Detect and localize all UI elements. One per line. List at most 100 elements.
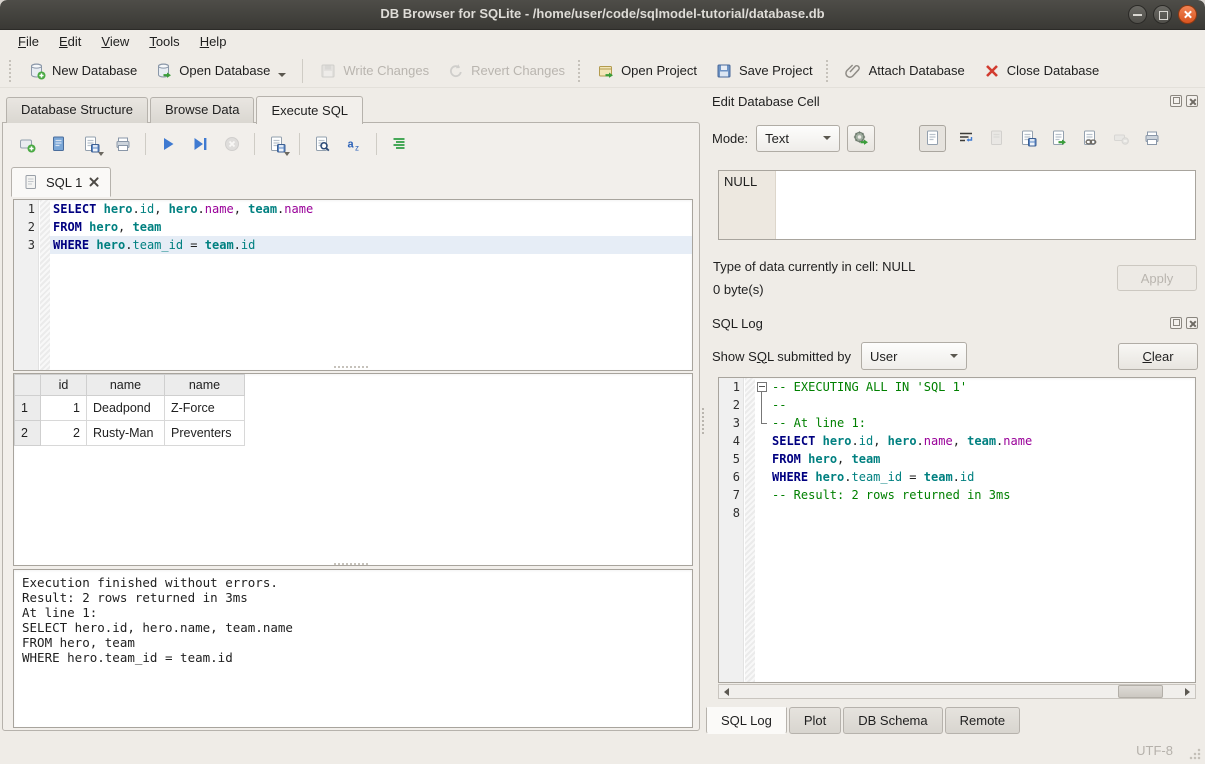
menu-file[interactable]: File — [8, 31, 49, 53]
open-sql-tab-button[interactable] — [13, 131, 41, 157]
vertical-splitter[interactable] — [701, 90, 706, 732]
link-cell-button[interactable] — [1079, 127, 1101, 149]
format-sql-button[interactable] — [385, 131, 413, 157]
save-sql-file-button[interactable] — [77, 131, 105, 157]
splitter-handle[interactable] — [334, 366, 368, 370]
menu-view[interactable]: View — [91, 31, 139, 53]
scrollbar-thumb[interactable] — [1118, 685, 1163, 698]
menu-tools[interactable]: Tools — [139, 31, 189, 53]
execution-message-box[interactable]: Execution finished without errors.Result… — [13, 569, 693, 728]
auto-complete-button[interactable]: az — [340, 131, 368, 157]
minimize-button[interactable] — [1128, 5, 1147, 24]
print-sql-button[interactable] — [109, 131, 137, 157]
import-cell-button — [986, 127, 1008, 149]
close-tab-icon[interactable] — [88, 176, 100, 188]
attach-database-button[interactable]: Attach Database — [837, 58, 973, 84]
set-null-icon — [1112, 129, 1130, 147]
table-cell[interactable]: Preventers — [165, 421, 245, 446]
sql-tab-label: SQL 1 — [46, 175, 82, 190]
mode-select[interactable]: Text — [756, 125, 840, 152]
row-number-cell[interactable]: 2 — [15, 421, 41, 446]
sql-log-view[interactable]: 1-- EXECUTING ALL IN 'SQL 1'2--3-- At li… — [718, 377, 1196, 683]
toolbar-label: Revert Changes — [471, 63, 565, 78]
scrollbar-track[interactable] — [734, 685, 1180, 698]
export-cell-button[interactable] — [1048, 127, 1070, 149]
table-cell[interactable]: 1 — [41, 396, 87, 421]
mode-label: Mode: — [712, 131, 748, 146]
float-panel-icon[interactable] — [1170, 317, 1182, 329]
maximize-button[interactable] — [1153, 5, 1172, 24]
execute-all-button[interactable] — [154, 131, 182, 157]
line-number: 2 — [719, 396, 744, 414]
table-cell[interactable]: 2 — [41, 421, 87, 446]
dropdown-arrow-icon[interactable] — [278, 73, 286, 77]
dock-tab-sql-log[interactable]: SQL Log — [706, 707, 787, 734]
log-horizontal-scrollbar[interactable] — [718, 684, 1196, 699]
new-database-button[interactable]: New Database — [20, 58, 145, 84]
scroll-right-icon[interactable] — [1180, 685, 1195, 698]
table-cell[interactable]: Rusty-Man — [87, 421, 165, 446]
open-database-button[interactable]: Open Database — [147, 58, 294, 84]
code-text: -- EXECUTING ALL IN 'SQL 1' — [769, 378, 1195, 396]
float-panel-icon[interactable] — [1170, 95, 1182, 107]
encoding-indicator[interactable]: UTF-8 — [1136, 743, 1173, 758]
open-project-button[interactable]: Open Project — [589, 58, 705, 84]
message-line: Execution finished without errors. — [22, 575, 684, 590]
edit-cell-dock-header: Edit Database Cell — [712, 92, 1198, 110]
apply-cell-button[interactable] — [847, 125, 875, 152]
word-wrap-button[interactable] — [955, 127, 977, 149]
menu-edit[interactable]: Edit — [49, 31, 91, 53]
dock-tab-db-schema[interactable]: DB Schema — [843, 707, 942, 734]
tab-browse-data[interactable]: Browse Data — [150, 97, 254, 123]
message-line: At line 1: — [22, 605, 684, 620]
save-cell-button[interactable] — [1017, 127, 1039, 149]
splitter-handle[interactable] — [334, 563, 368, 567]
dock-tab-plot[interactable]: Plot — [789, 707, 841, 734]
text-mode-button[interactable] — [919, 125, 946, 152]
resize-grip-icon[interactable] — [1189, 748, 1201, 760]
save-project-button[interactable]: Save Project — [707, 58, 821, 84]
dock-tab-remote[interactable]: Remote — [945, 707, 1021, 734]
open-sql-file-icon — [50, 135, 68, 153]
cell-editor[interactable]: NULL — [718, 170, 1196, 240]
fold-marker-icon[interactable] — [755, 396, 769, 414]
open-project-icon — [597, 62, 615, 80]
close-panel-icon[interactable] — [1186, 95, 1198, 107]
tab-database-structure[interactable]: Database Structure — [6, 97, 148, 123]
title-bar[interactable]: DB Browser for SQLite - /home/user/code/… — [0, 0, 1205, 30]
open-sql-file-button[interactable] — [45, 131, 73, 157]
table-cell[interactable]: Deadpond — [87, 396, 165, 421]
toolbar-separator — [302, 59, 303, 83]
scroll-left-icon[interactable] — [719, 685, 734, 698]
print-cell-button[interactable] — [1141, 127, 1163, 149]
toolbar-drag-handle — [9, 60, 15, 82]
row-number-cell[interactable]: 1 — [15, 396, 41, 421]
save-results-button[interactable] — [263, 131, 291, 157]
column-header[interactable]: id — [41, 375, 87, 396]
fold-marker-icon[interactable] — [755, 414, 769, 432]
dropdown-arrow-icon[interactable] — [98, 152, 104, 156]
tab-execute-sql[interactable]: Execute SQL — [256, 96, 363, 124]
fold-marker-icon[interactable] — [755, 378, 769, 396]
menu-help[interactable]: Help — [190, 31, 237, 53]
column-header[interactable]: name — [165, 375, 245, 396]
column-header[interactable]: name — [87, 375, 165, 396]
submitted-by-select[interactable]: User — [861, 342, 967, 370]
clear-button[interactable]: Clear — [1118, 343, 1198, 370]
toolbar-label: Open Project — [621, 63, 697, 78]
sql-editor-tab[interactable]: SQL 1 — [11, 167, 111, 197]
dropdown-arrow-icon[interactable] — [284, 152, 290, 156]
execute-line-button[interactable] — [186, 131, 214, 157]
fold-column — [755, 504, 769, 522]
toolbar-label: Save Project — [739, 63, 813, 78]
close-database-button[interactable]: Close Database — [975, 58, 1108, 84]
close-panel-icon[interactable] — [1186, 317, 1198, 329]
stop-icon — [223, 135, 241, 153]
close-button[interactable] — [1178, 5, 1197, 24]
window-controls — [1128, 5, 1197, 24]
cell-toolbar — [919, 125, 1163, 152]
auto-complete-icon: az — [345, 135, 363, 153]
sql-editor[interactable]: 1SELECT hero.id, hero.name, team.name2FR… — [13, 199, 693, 371]
table-cell[interactable]: Z-Force — [165, 396, 245, 421]
find-replace-button[interactable] — [308, 131, 336, 157]
